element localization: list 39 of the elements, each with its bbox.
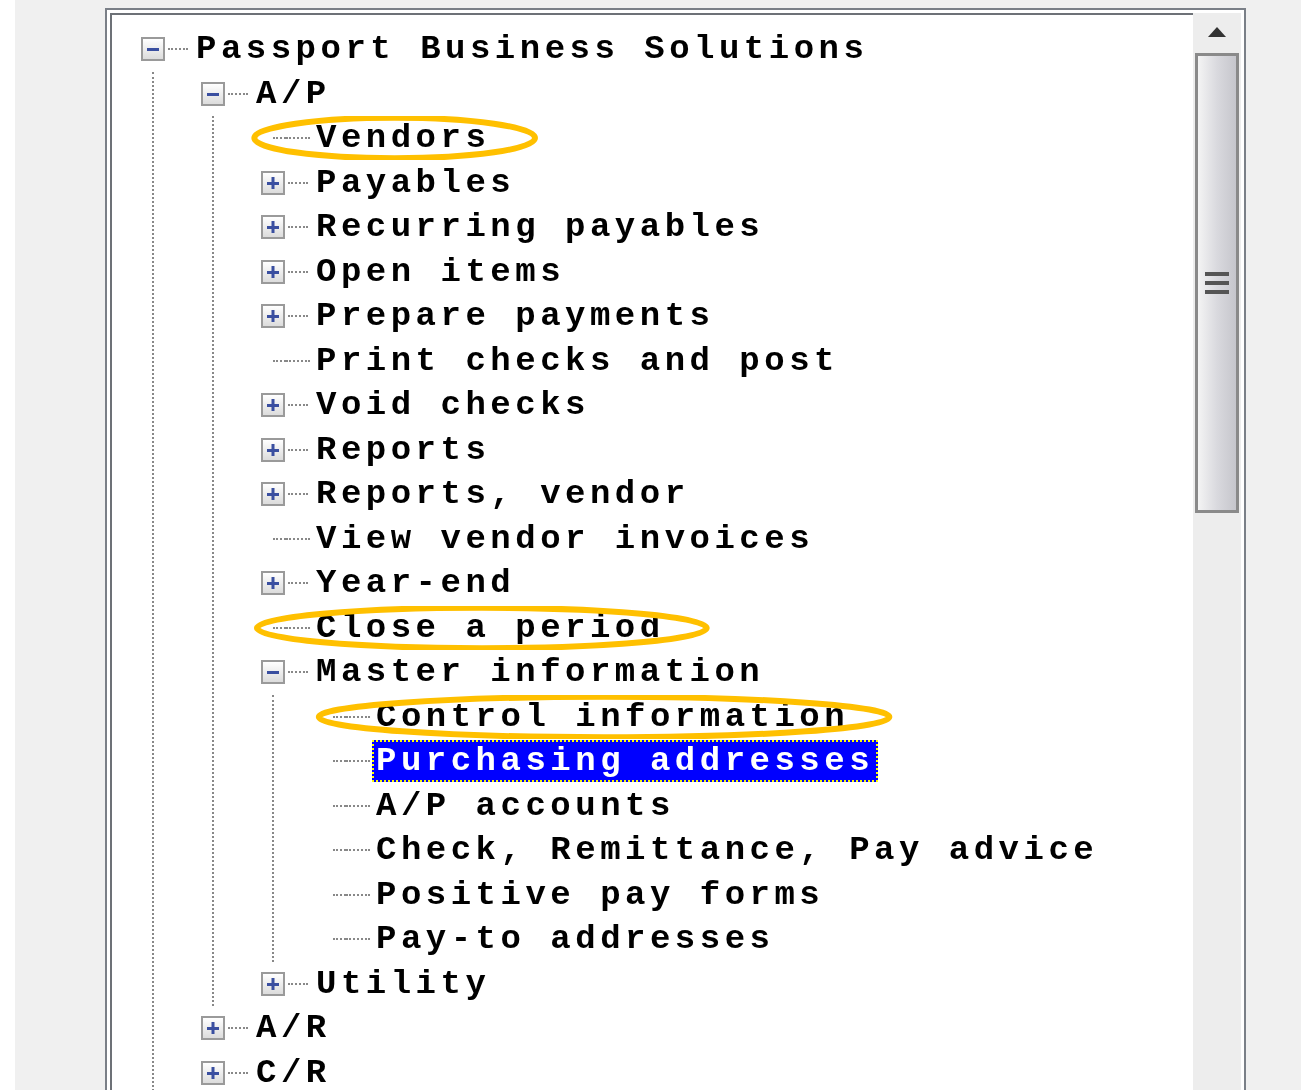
tree-item[interactable]: Recurring payables: [312, 206, 769, 249]
tree-item[interactable]: A/R: [252, 1007, 335, 1050]
tree-item[interactable]: Passport Business Solutions: [192, 28, 873, 71]
expand-icon[interactable]: [261, 304, 285, 329]
tree-item[interactable]: Reports, vendor: [312, 473, 694, 516]
tree-item[interactable]: Utility: [312, 962, 495, 1005]
expand-icon[interactable]: [261, 971, 285, 996]
tree-item[interactable]: View vendor invoices: [312, 517, 819, 560]
tree-item[interactable]: Positive pay forms: [372, 873, 829, 916]
collapse-icon[interactable]: [261, 660, 285, 685]
collapse-icon[interactable]: [141, 37, 165, 62]
tree-item[interactable]: C/R: [252, 1051, 335, 1090]
tree-item[interactable]: Open items: [312, 250, 570, 293]
tree-item[interactable]: Year-end: [312, 562, 520, 605]
tree-item[interactable]: Print checks and post: [312, 339, 843, 382]
expand-icon[interactable]: [261, 482, 285, 507]
tree-item[interactable]: Void checks: [312, 384, 594, 427]
tree-item[interactable]: A/P accounts: [372, 784, 679, 827]
tree-item[interactable]: Pay-to addresses: [372, 918, 779, 961]
expand-icon[interactable]: [261, 437, 285, 462]
collapse-icon[interactable]: [201, 81, 225, 106]
scrollbar[interactable]: [1193, 13, 1241, 1090]
expand-icon[interactable]: [261, 170, 285, 195]
expand-icon[interactable]: [201, 1060, 225, 1085]
expand-icon[interactable]: [261, 571, 285, 596]
tree-item[interactable]: Purchasing addresses: [372, 740, 879, 783]
tree-item[interactable]: A/P: [252, 72, 335, 115]
tree-item[interactable]: Master information: [312, 651, 769, 694]
scroll-up-arrow-icon[interactable]: [1206, 25, 1228, 39]
expand-icon[interactable]: [201, 1016, 225, 1041]
scroll-thumb[interactable]: [1195, 53, 1239, 513]
tree-item[interactable]: Payables: [312, 161, 520, 204]
expand-icon[interactable]: [261, 393, 285, 418]
expand-icon[interactable]: [261, 259, 285, 284]
tree-item[interactable]: Prepare payments: [312, 295, 719, 338]
grip-icon: [1205, 270, 1229, 296]
tree-item[interactable]: Reports: [312, 428, 495, 471]
tree-item[interactable]: Check, Remittance, Pay advice: [372, 829, 1103, 872]
expand-icon[interactable]: [261, 215, 285, 240]
